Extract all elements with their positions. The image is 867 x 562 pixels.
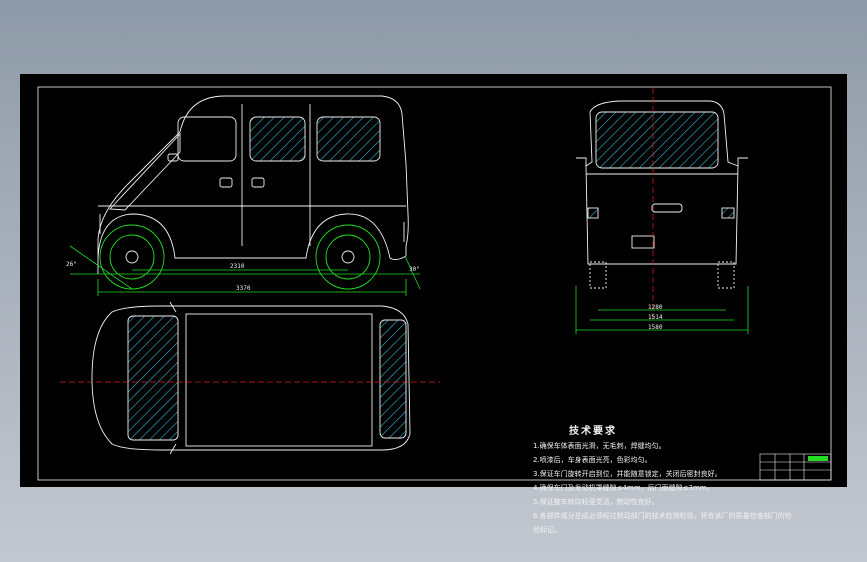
rear-track-label: 1280 [648, 304, 663, 311]
tech-requirement-5: 5.保证整车转向轻便灵活，制动性良好。 [533, 498, 659, 506]
tech-requirement-1: 1.确保车体表面光滑，无毛刺，焊缝均匀。 [533, 442, 666, 450]
wheelbase-label: 2310 [230, 263, 245, 270]
side-door-handle-1 [219, 177, 233, 188]
top-windshield [127, 315, 179, 441]
overall-width-label: 1580 [648, 324, 663, 331]
departure-angle-label: 30° [409, 266, 420, 273]
tech-requirement-6: 6.各部件或分总成必须经过制动部门的技术检测检验，将有该厂的质量检查部门的检 [533, 512, 792, 520]
tech-requirement-2: 2.喷漆后，车身表面光亮，色彩均匀。 [533, 456, 652, 464]
rear-light-left [587, 207, 599, 219]
rear-tire-left [589, 261, 607, 289]
overall-length-label: 3370 [236, 285, 251, 292]
tech-requirement-3: 3.保证车门旋转开启到位，并能随意锁定，关闭后密封良好。 [533, 470, 722, 478]
top-view [91, 301, 411, 455]
side-view [97, 95, 409, 290]
rear-view [576, 100, 748, 289]
rear-plate [631, 235, 655, 249]
cad-drawing: 2310 3370 26° 30° 1280 1514 1580 [37, 86, 832, 481]
rear-handle [651, 203, 683, 213]
side-window-1 [177, 116, 237, 162]
drawing-sheet: 2310 3370 26° 30° 1280 1514 1580 技术要求 1.… [20, 74, 847, 534]
rear-light-right [721, 207, 735, 219]
rear-tire-right [717, 261, 735, 289]
tech-requirement-7: 验标记。 [533, 526, 561, 534]
tech-requirement-4: 4.确保车门及发动机罩缝隙≤4mm，后门面缝隙≤3mm。 [533, 484, 714, 492]
tech-requirements-title: 技术要求 [569, 426, 617, 437]
title-block [759, 453, 832, 481]
side-window-3 [316, 116, 381, 162]
side-window-2 [249, 116, 306, 162]
approach-angle-label: 26° [66, 261, 77, 268]
rear-window [595, 111, 719, 169]
top-roof [185, 313, 373, 447]
top-rear-glass [379, 319, 407, 439]
track-label: 1514 [648, 314, 663, 321]
side-door-handle-2 [251, 177, 265, 188]
side-windshield [109, 132, 181, 211]
